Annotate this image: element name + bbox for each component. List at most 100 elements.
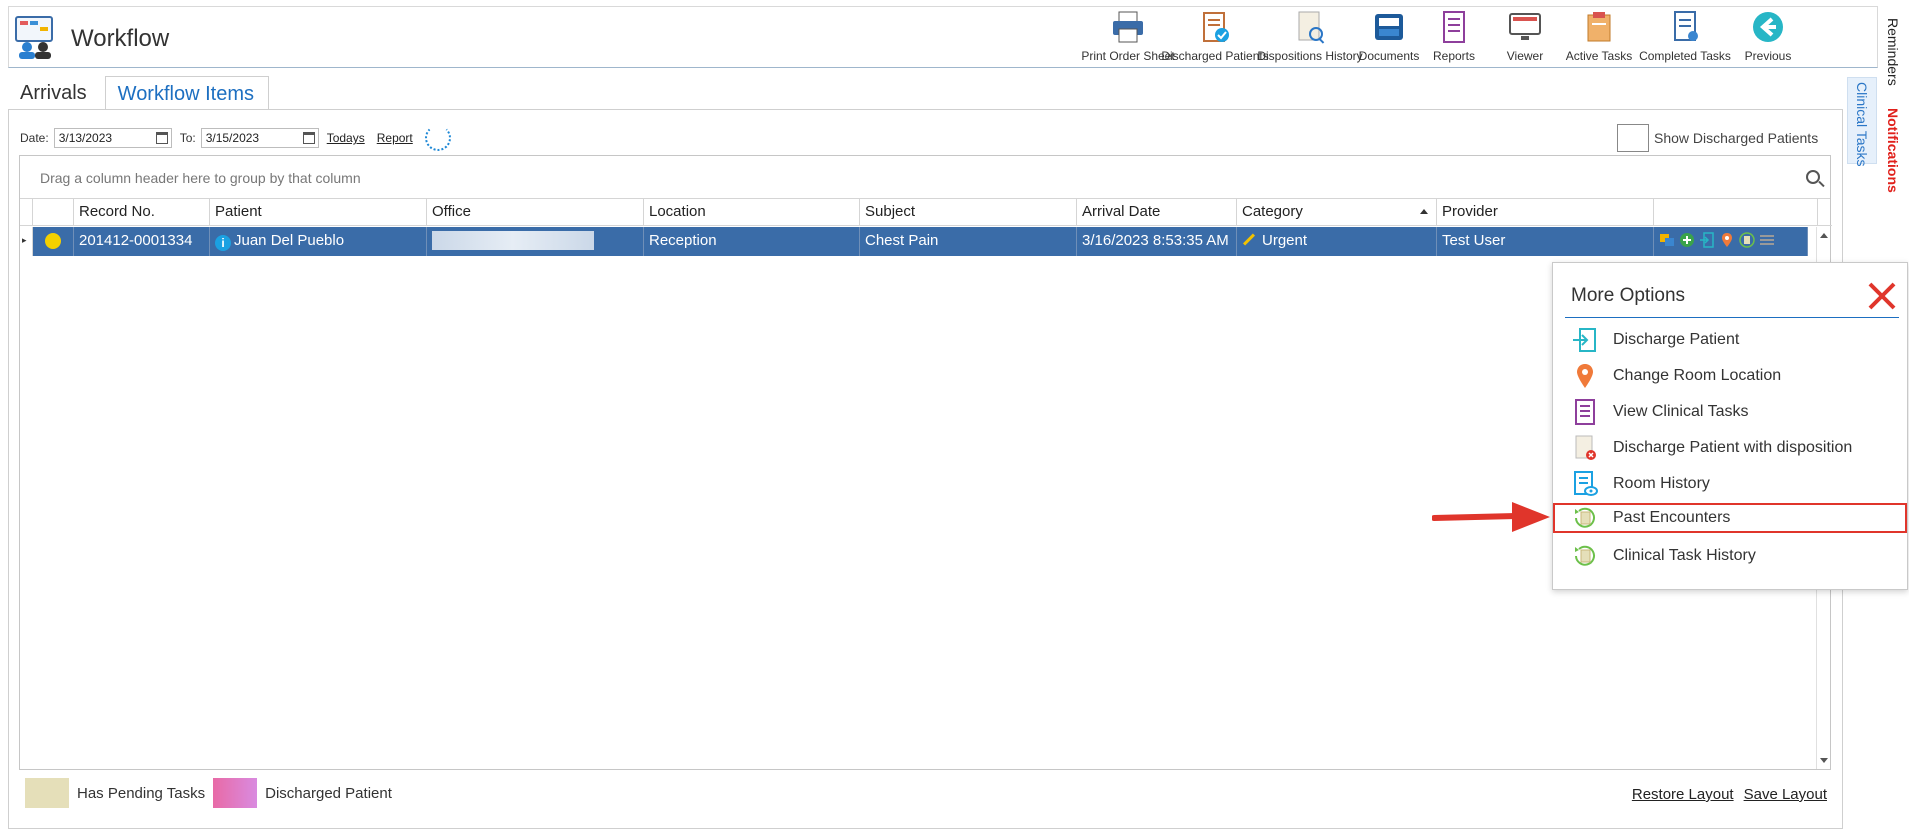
discharged-patients-button[interactable]: Discharged Patients — [1161, 7, 1269, 69]
past-encounters-icon[interactable] — [1739, 232, 1755, 248]
date-from-input[interactable]: 3/13/2023 — [53, 128, 172, 148]
report-list-icon — [1443, 11, 1465, 43]
menu-item-change-room-location[interactable]: Change Room Location — [1571, 361, 1905, 391]
expander-header — [20, 199, 33, 226]
past-encounters-icon — [1575, 507, 1595, 528]
more-options-icon[interactable] — [1759, 232, 1775, 248]
transfer-icon[interactable] — [1659, 232, 1675, 248]
refresh-icon[interactable] — [424, 125, 451, 151]
show-discharged-toggle[interactable]: Show Discharged Patients — [1617, 124, 1818, 152]
date-to-input[interactable]: 3/15/2023 — [200, 128, 319, 148]
patient-cell[interactable]: i Juan Del Pueblo — [210, 227, 427, 256]
actions-header — [1654, 199, 1818, 226]
column-header[interactable]: Patient — [210, 199, 427, 226]
column-header[interactable]: Location — [644, 199, 860, 226]
tab-bar: Arrivals Workflow Items — [8, 76, 269, 110]
discharge-icon — [1573, 328, 1596, 352]
restore-layout-link[interactable]: Restore Layout — [1632, 786, 1734, 803]
record-no-cell: 201412-0001334 — [74, 227, 210, 256]
menu-item-discharge-with-disposition[interactable]: Discharge Patient with disposition — [1571, 433, 1905, 463]
add-icon[interactable] — [1679, 232, 1695, 248]
category-cell: Urgent — [1237, 227, 1437, 256]
location-cell: Reception — [644, 227, 860, 256]
save-layout-link[interactable]: Save Layout — [1744, 786, 1827, 803]
category-value: Urgent — [1262, 232, 1308, 249]
dispositions-history-button[interactable]: Dispositions History — [1257, 7, 1363, 69]
completed-tasks-button[interactable]: Completed Tasks — [1637, 7, 1733, 69]
column-header-label: Category — [1242, 203, 1303, 220]
calendar-icon[interactable] — [302, 132, 315, 144]
to-label: To: — [179, 131, 196, 145]
menu-item-clinical-task-history[interactable]: Clinical Task History — [1571, 541, 1905, 571]
monitor-icon — [1509, 13, 1541, 40]
location-pin-icon — [1577, 364, 1593, 388]
inbox-tray-icon — [1375, 14, 1403, 40]
reports-button[interactable]: Reports — [1419, 7, 1489, 69]
disposition-doc-icon — [1575, 435, 1596, 460]
layout-links: Restore Layout Save Layout — [1632, 786, 1827, 803]
back-arrow-icon — [1753, 12, 1783, 42]
row-actions — [1654, 227, 1808, 256]
date-from-value: 3/13/2023 — [58, 131, 113, 145]
viewer-button[interactable]: Viewer — [1489, 7, 1561, 69]
close-icon[interactable] — [1867, 281, 1897, 311]
office-cell — [427, 227, 644, 256]
scroll-down-icon[interactable] — [1820, 758, 1828, 763]
documents-button[interactable]: Documents — [1359, 7, 1419, 69]
scroll-up-icon[interactable] — [1820, 233, 1828, 238]
search-icon[interactable] — [1806, 170, 1820, 184]
menu-item-view-clinical-tasks[interactable]: View Clinical Tasks — [1571, 397, 1905, 427]
column-header[interactable]: Office — [427, 199, 644, 226]
row-expander-icon[interactable]: ▸ — [20, 227, 33, 256]
reminders-tab[interactable]: Reminders — [1885, 18, 1901, 86]
print-order-sheet-button[interactable]: Print Order Sheet — [1081, 7, 1175, 69]
clinical-tasks-tab[interactable]: Clinical Tasks — [1847, 77, 1877, 167]
clipboard-check-icon — [1203, 12, 1229, 42]
toolbar-label: Completed Tasks — [1639, 49, 1731, 63]
notifications-tab[interactable]: Notifications — [1885, 108, 1901, 193]
column-header[interactable]: Arrival Date — [1077, 199, 1237, 226]
show-discharged-label: Show Discharged Patients — [1654, 130, 1819, 146]
status-dot-icon — [45, 233, 61, 249]
date-label: Date: — [20, 131, 49, 145]
menu-item-room-history[interactable]: Room History — [1571, 469, 1905, 499]
table-row[interactable]: ▸ 201412-0001334 i Juan Del Pueblo Recept… — [20, 227, 1822, 256]
location-pin-icon[interactable] — [1719, 232, 1735, 248]
tab-arrivals[interactable]: Arrivals — [8, 76, 101, 110]
menu-item-discharge-patient[interactable]: Discharge Patient — [1571, 325, 1905, 355]
status-cell — [33, 227, 74, 256]
filter-bar: Date: 3/13/2023 To: 3/15/2023 Todays Rep… — [20, 125, 451, 151]
group-by-bar[interactable]: Drag a column header here to group by th… — [20, 156, 1830, 199]
report-link[interactable]: Report — [377, 131, 413, 145]
discharge-icon[interactable] — [1699, 232, 1715, 248]
menu-item-past-encounters[interactable]: Past Encounters — [1553, 503, 1907, 533]
document-search-icon — [1298, 11, 1325, 44]
toolbar-label: Previous — [1744, 49, 1792, 63]
menu-item-label: Discharge Patient — [1613, 331, 1740, 348]
pending-swatch — [25, 778, 69, 808]
column-header-sorted[interactable]: Category — [1237, 199, 1437, 226]
calendar-icon[interactable] — [155, 132, 168, 144]
tab-workflow-items[interactable]: Workflow Items — [104, 76, 269, 110]
printer-icon — [1113, 11, 1143, 43]
column-header[interactable]: Subject — [860, 199, 1077, 226]
provider-cell: Test User — [1437, 227, 1654, 256]
office-redacted — [432, 231, 594, 250]
column-header[interactable]: Provider — [1437, 199, 1654, 226]
previous-button[interactable]: Previous — [1733, 7, 1803, 69]
more-options-popup: More Options Discharge Patient Change Ro… — [1552, 262, 1908, 590]
popup-divider — [1565, 317, 1899, 318]
group-hint: Drag a column header here to group by th… — [40, 170, 361, 186]
workflow-logo-icon — [15, 16, 53, 59]
toolbar-label: Reports — [1432, 49, 1476, 63]
menu-item-label: Clinical Task History — [1613, 547, 1756, 564]
todays-link[interactable]: Todays — [327, 131, 365, 145]
app-title: Workflow — [71, 25, 170, 52]
info-icon[interactable]: i — [215, 235, 231, 251]
active-tasks-button[interactable]: Active Tasks — [1561, 7, 1637, 69]
annotation-arrow-icon — [1432, 502, 1550, 532]
toolbar-label: Discharged Patients — [1161, 49, 1269, 63]
show-discharged-checkbox[interactable] — [1617, 124, 1649, 152]
column-header[interactable]: Record No. — [74, 199, 210, 226]
task-history-icon — [1575, 545, 1595, 566]
